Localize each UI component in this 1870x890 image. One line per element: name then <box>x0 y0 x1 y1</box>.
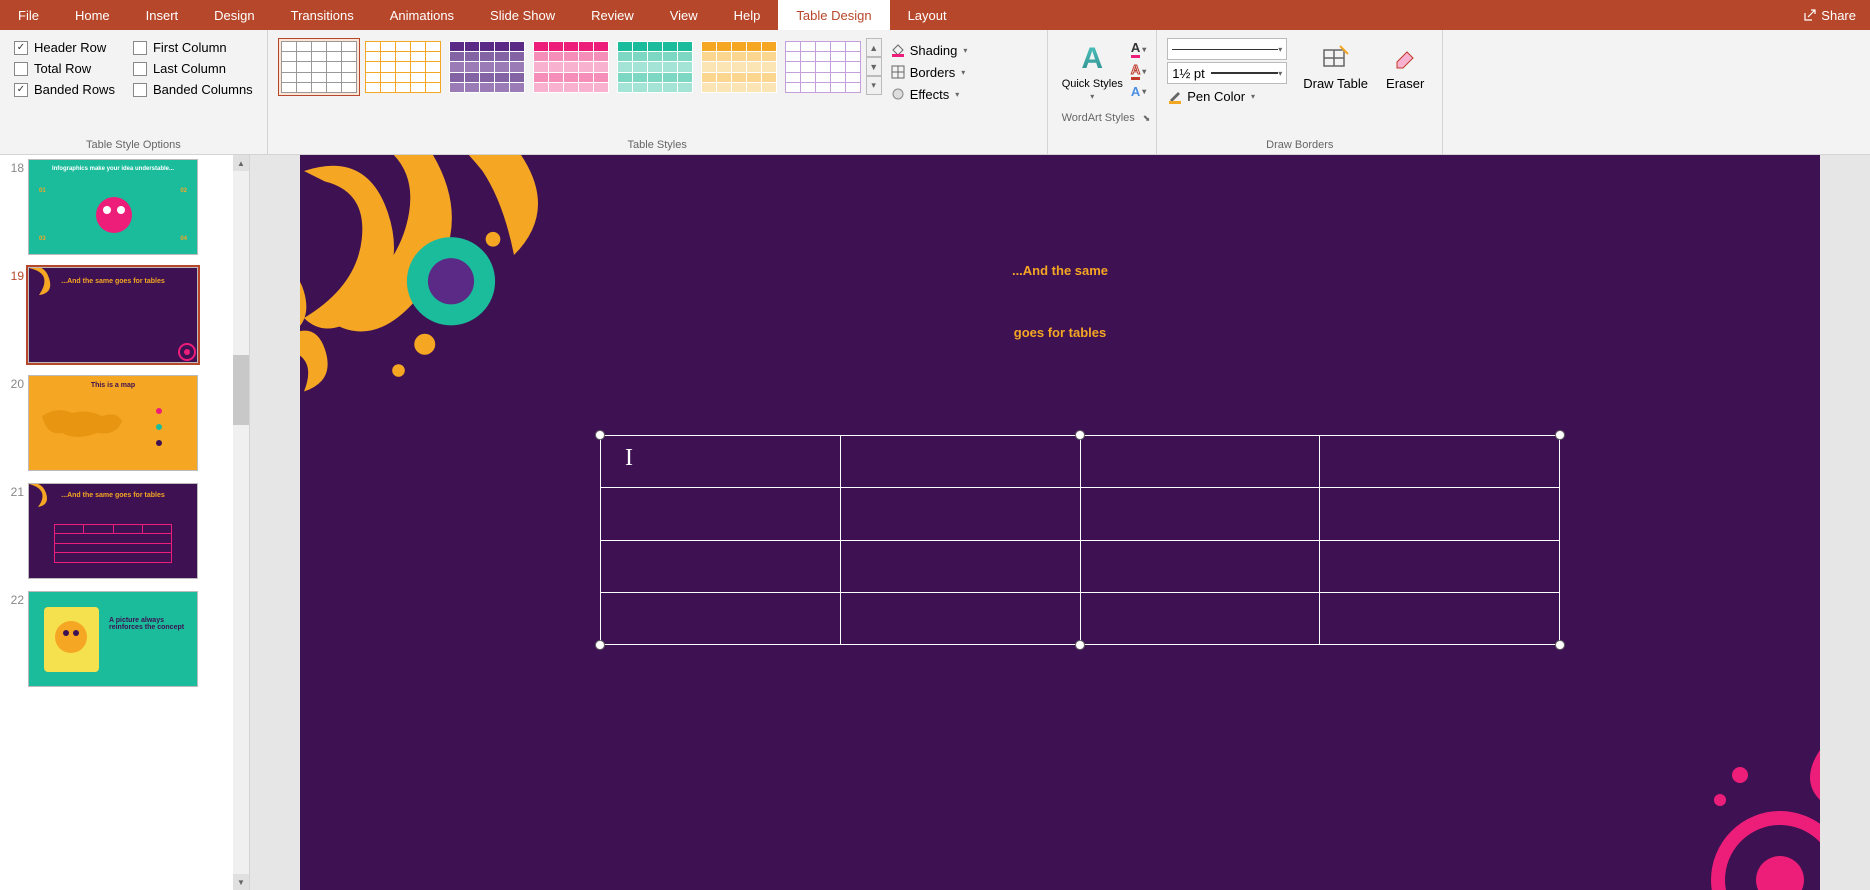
thumbnail-slide[interactable]: 20This is a map <box>4 375 229 471</box>
draw-table-button[interactable]: Draw Table <box>1295 38 1376 106</box>
tab-animations[interactable]: Animations <box>372 0 472 30</box>
text-cursor-icon: I <box>625 445 633 472</box>
selection-handle[interactable] <box>1555 430 1565 440</box>
tab-slideshow[interactable]: Slide Show <box>472 0 573 30</box>
pen-color-button[interactable]: Pen Color▾ <box>1167 86 1287 106</box>
tab-transitions[interactable]: Transitions <box>273 0 372 30</box>
share-label: Share <box>1821 8 1856 23</box>
group-label: WordArt Styles <box>1054 109 1143 127</box>
slide-table[interactable] <box>600 435 1560 645</box>
chk-first-column[interactable]: First Column <box>133 40 253 55</box>
wordart-dialog-launcher[interactable]: ⬊ <box>1143 113 1151 124</box>
table-style-preview[interactable] <box>614 38 696 96</box>
group-draw-borders: ▾ 1½ pt▾ Pen Color▾ Draw Table Eraser Dr… <box>1157 30 1443 154</box>
paint-bucket-icon <box>890 42 906 58</box>
gallery-scroll-down[interactable]: ▼ <box>866 57 882 76</box>
thumbnail-preview: ...And the same goes for tables <box>28 483 198 579</box>
chk-banded-rows[interactable]: ✓Banded Rows <box>14 82 115 97</box>
thumbnail-slide[interactable]: 18Infographics make your idea understabl… <box>4 159 229 255</box>
text-outline-button[interactable]: A▾ <box>1131 62 1146 80</box>
menu-bar: File Home Insert Design Transitions Anim… <box>0 0 1870 30</box>
borders-button[interactable]: Borders▾ <box>886 62 972 82</box>
thumbnail-slide[interactable]: 21...And the same goes for tables <box>4 483 229 579</box>
group-table-styles: ▲ ▼ ▾ Shading▾ Borders▾ Effects▾ Tabl <box>268 30 1048 154</box>
gallery-more[interactable]: ▾ <box>866 76 882 95</box>
effects-icon <box>890 86 906 102</box>
borders-icon <box>890 64 906 80</box>
tab-insert[interactable]: Insert <box>128 0 197 30</box>
quick-styles-icon: A <box>1081 42 1103 76</box>
thumbnail-number: 20 <box>4 375 24 391</box>
table-styles-gallery[interactable] <box>278 38 864 96</box>
slide-thumbnails-panel: 18Infographics make your idea understabl… <box>0 155 250 890</box>
selection-handle[interactable] <box>1555 640 1565 650</box>
selection-handle[interactable] <box>1075 640 1085 650</box>
thumbnail-preview: A picture always reinforces the concept <box>28 591 198 687</box>
tab-help[interactable]: Help <box>716 0 779 30</box>
slide-title[interactable]: ...And the same goes for tables <box>300 225 1820 348</box>
share-icon <box>1801 7 1817 23</box>
table-style-preview[interactable] <box>362 38 444 96</box>
chk-total-row[interactable]: Total Row <box>14 61 115 76</box>
selection-handle[interactable] <box>595 640 605 650</box>
thumbnail-number: 19 <box>4 267 24 283</box>
quick-styles-button[interactable]: A Quick Styles▾ <box>1058 40 1127 103</box>
shading-button[interactable]: Shading▾ <box>886 40 972 60</box>
chk-banded-columns[interactable]: Banded Columns <box>133 82 253 97</box>
share-button[interactable]: Share <box>1787 7 1870 23</box>
tab-file[interactable]: File <box>0 0 57 30</box>
effects-button[interactable]: Effects▾ <box>886 84 972 104</box>
group-label: Draw Borders <box>1163 136 1436 154</box>
text-fill-icon: A <box>1131 40 1140 58</box>
thumbnail-slide[interactable]: 22 A picture always reinforces the conce… <box>4 591 229 687</box>
tab-home[interactable]: Home <box>57 0 128 30</box>
table-style-preview[interactable] <box>530 38 612 96</box>
thumbnail-slide[interactable]: 19...And the same goes for tables <box>4 267 229 363</box>
table-style-preview[interactable] <box>698 38 780 96</box>
decoration-bottom-right <box>1560 720 1820 890</box>
pen-weight-combo[interactable]: 1½ pt▾ <box>1167 62 1287 84</box>
eraser-button[interactable]: Eraser <box>1378 38 1432 106</box>
tab-table-design[interactable]: Table Design <box>778 0 889 30</box>
thumbnail-preview: Infographics make your idea understable.… <box>28 159 198 255</box>
selection-handle[interactable] <box>595 430 605 440</box>
tab-design[interactable]: Design <box>196 0 272 30</box>
slide-canvas[interactable]: ...And the same goes for tables I <box>250 155 1870 890</box>
thumbnail-number: 22 <box>4 591 24 607</box>
group-label: Table Style Options <box>6 136 261 154</box>
tab-layout[interactable]: Layout <box>890 0 965 30</box>
text-outline-icon: A <box>1131 62 1140 80</box>
tab-view[interactable]: View <box>652 0 716 30</box>
thumbnail-preview: This is a map <box>28 375 198 471</box>
group-wordart-styles: A Quick Styles▾ A▾ A▾ A▾ WordArt Styles … <box>1048 30 1158 154</box>
text-effects-button[interactable]: A▾ <box>1131 84 1146 99</box>
ribbon: ✓Header Row First Column Total Row Last … <box>0 30 1870 155</box>
tab-review[interactable]: Review <box>573 0 652 30</box>
pen-style-combo[interactable]: ▾ <box>1167 38 1287 60</box>
scroll-down-icon[interactable]: ▼ <box>233 874 249 890</box>
table-style-preview[interactable] <box>278 38 360 96</box>
scroll-up-icon[interactable]: ▲ <box>233 155 249 171</box>
text-fill-button[interactable]: A▾ <box>1131 40 1146 58</box>
group-label: Table Styles <box>274 136 1041 154</box>
gallery-scroll-up[interactable]: ▲ <box>866 38 882 57</box>
group-table-style-options: ✓Header Row First Column Total Row Last … <box>0 30 268 154</box>
table-style-preview[interactable] <box>446 38 528 96</box>
chk-header-row[interactable]: ✓Header Row <box>14 40 115 55</box>
table-style-preview[interactable] <box>782 38 864 96</box>
pen-color-icon <box>1167 88 1183 104</box>
chk-last-column[interactable]: Last Column <box>133 61 253 76</box>
thumbnail-number: 18 <box>4 159 24 175</box>
thumbnail-preview: ...And the same goes for tables <box>28 267 198 363</box>
draw-table-icon <box>1320 42 1352 74</box>
selection-handle[interactable] <box>1075 430 1085 440</box>
text-effects-icon: A <box>1131 84 1140 99</box>
scroll-handle[interactable] <box>233 355 249 425</box>
eraser-icon <box>1389 42 1421 74</box>
thumbnail-number: 21 <box>4 483 24 499</box>
thumbnails-scrollbar[interactable]: ▲ ▼ <box>233 155 249 890</box>
slide[interactable]: ...And the same goes for tables I <box>300 155 1820 890</box>
